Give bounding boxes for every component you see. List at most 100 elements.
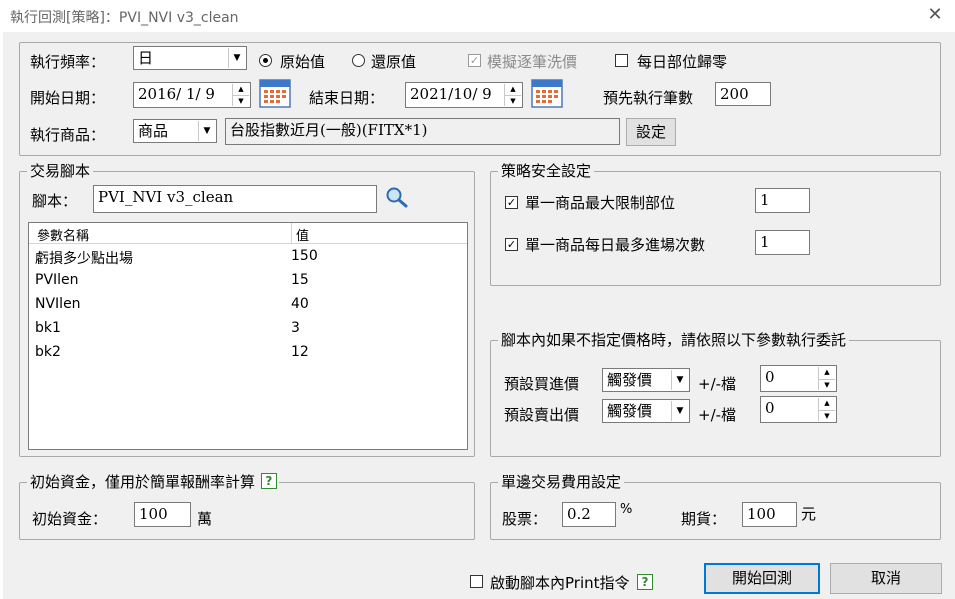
sell-tick-label: +/-檔 bbox=[698, 406, 737, 424]
param-name: bk1 bbox=[35, 320, 61, 336]
max-position-label: 單一商品最大限制部位 bbox=[525, 194, 676, 212]
end-date-spinner[interactable]: ▲ ▼ bbox=[504, 84, 521, 106]
param-value[interactable]: 15 bbox=[291, 272, 309, 288]
max-entries-label: 單一商品每日最多進場次數 bbox=[525, 236, 706, 254]
simulate-tick-checkbox[interactable]: ✓ bbox=[468, 54, 481, 67]
chevron-down-icon: ▼ bbox=[198, 121, 215, 141]
max-position-checkbox[interactable]: ✓ bbox=[505, 196, 518, 209]
param-name: NVIlen bbox=[35, 296, 81, 312]
param-value[interactable]: 40 bbox=[291, 296, 309, 312]
buy-price-value: 觸發價 bbox=[607, 371, 653, 389]
param-table: 參數名稱 值 虧損多少點出場 150 PVIlen 15 NVIlen 40 bk1 3 bk2… bbox=[28, 222, 468, 450]
freq-value: 日 bbox=[138, 49, 154, 67]
futures-fee-label: 期貨： bbox=[681, 510, 727, 528]
prebars-label: 預先執行筆數 bbox=[603, 89, 694, 107]
max-entries-field[interactable]: 1 bbox=[755, 230, 810, 255]
window-title: 執行回測[策略]：PVI_NVI v3_clean bbox=[10, 10, 239, 26]
setup-button[interactable]: 設定 bbox=[626, 118, 676, 146]
buy-price-select[interactable]: 觸發價 ▼ bbox=[602, 368, 690, 392]
fees-group-legend: 單邊交易費用設定 bbox=[498, 471, 625, 492]
capital-unit: 萬 bbox=[197, 510, 213, 528]
prebars-field[interactable]: 200 bbox=[715, 82, 771, 106]
futures-fee-unit: 元 bbox=[801, 505, 817, 523]
default-price-legend: 腳本內如果不指定價格時，請依照以下參數執行委託 bbox=[498, 329, 850, 350]
product-type-select[interactable]: 商品 ▼ bbox=[133, 119, 217, 143]
radio-restored-label: 還原值 bbox=[371, 53, 417, 71]
end-date-field[interactable]: 2021/10/ 9 ▲ ▼ bbox=[405, 82, 523, 108]
sell-price-select[interactable]: 觸發價 ▼ bbox=[602, 399, 690, 423]
product-field[interactable]: 台股指數近月(一般)(FITX*1) bbox=[225, 118, 620, 145]
daily-reset-label: 每日部位歸零 bbox=[637, 53, 728, 71]
capital-field[interactable]: 100 bbox=[134, 502, 191, 527]
sell-tick-spinner[interactable]: ▲ ▼ bbox=[818, 398, 835, 421]
capital-legend-text: 初始資金，僅用於簡單報酬率計算 bbox=[30, 473, 256, 491]
start-date-label: 開始日期： bbox=[30, 89, 106, 107]
param-value[interactable]: 3 bbox=[291, 320, 300, 336]
sell-tick-value: 0 bbox=[765, 399, 775, 417]
param-table-header: 參數名稱 值 bbox=[29, 223, 467, 244]
param-value[interactable]: 12 bbox=[291, 344, 309, 360]
col-param-name[interactable]: 參數名稱 bbox=[37, 225, 89, 244]
param-row[interactable]: PVIlen 15 bbox=[29, 269, 467, 293]
freq-select[interactable]: 日 ▼ bbox=[133, 46, 247, 70]
end-date-label: 結束日期： bbox=[309, 89, 385, 107]
script-field[interactable]: PVI_NVI v3_clean bbox=[93, 185, 377, 213]
chevron-down-icon: ▼ bbox=[228, 48, 245, 68]
param-row[interactable]: NVIlen 40 bbox=[29, 293, 467, 317]
capital-group-legend: 初始資金，僅用於簡單報酬率計算 ? bbox=[27, 471, 279, 492]
col-param-value[interactable]: 值 bbox=[291, 223, 309, 244]
param-row[interactable]: 虧損多少點出場 150 bbox=[29, 245, 467, 269]
max-position-field[interactable]: 1 bbox=[755, 188, 810, 213]
help-icon[interactable]: ? bbox=[260, 473, 277, 489]
radio-restored[interactable] bbox=[352, 54, 365, 67]
spin-down-icon[interactable]: ▼ bbox=[819, 409, 835, 422]
cancel-button[interactable]: 取消 bbox=[830, 563, 942, 594]
buy-tick-value: 0 bbox=[765, 368, 775, 386]
dialog-body: 執行頻率： 日 ▼ 原始值 還原值 ✓ 模擬逐筆洗價 每日部位歸零 開始日期： … bbox=[3, 32, 955, 599]
print-checkbox[interactable] bbox=[470, 575, 483, 588]
buy-price-label: 預設買進價 bbox=[504, 375, 580, 393]
close-icon[interactable]: ✕ bbox=[922, 2, 948, 28]
spin-down-icon[interactable]: ▼ bbox=[233, 95, 249, 106]
spin-down-icon[interactable]: ▼ bbox=[819, 378, 835, 391]
futures-fee-field[interactable]: 100 bbox=[742, 502, 797, 527]
stock-fee-field[interactable]: 0.2 bbox=[562, 502, 616, 527]
spin-up-icon[interactable]: ▲ bbox=[505, 84, 521, 95]
spin-up-icon[interactable]: ▲ bbox=[233, 84, 249, 95]
start-date-field[interactable]: 2016/ 1/ 9 ▲ ▼ bbox=[133, 82, 251, 108]
spin-down-icon[interactable]: ▼ bbox=[505, 95, 521, 106]
product-label: 執行商品： bbox=[30, 126, 106, 144]
end-date-value: 2021/10/ 9 bbox=[410, 85, 492, 103]
start-backtest-button[interactable]: 開始回測 bbox=[704, 563, 820, 594]
simulate-tick-label: 模擬逐筆洗價 bbox=[487, 53, 578, 71]
chevron-down-icon: ▼ bbox=[671, 370, 688, 390]
radio-original-label: 原始值 bbox=[280, 53, 326, 71]
sell-tick-field[interactable]: 0 ▲ ▼ bbox=[760, 396, 837, 423]
buy-tick-label: +/-檔 bbox=[698, 375, 737, 393]
buy-tick-spinner[interactable]: ▲ ▼ bbox=[818, 367, 835, 390]
freq-label: 執行頻率： bbox=[30, 53, 106, 71]
param-name: 虧損多少點出場 bbox=[35, 251, 133, 267]
spin-up-icon[interactable]: ▲ bbox=[819, 367, 835, 379]
chevron-down-icon: ▼ bbox=[671, 401, 688, 421]
help-icon[interactable]: ? bbox=[637, 574, 653, 590]
param-name: PVIlen bbox=[35, 272, 79, 288]
sell-price-label: 預設賣出價 bbox=[504, 406, 580, 424]
print-label: 啟動腳本內Print指令 bbox=[490, 574, 630, 592]
capital-label: 初始資金： bbox=[32, 510, 108, 528]
radio-original[interactable] bbox=[259, 54, 272, 67]
max-entries-checkbox[interactable]: ✓ bbox=[505, 238, 518, 251]
calendar-icon[interactable] bbox=[259, 77, 291, 109]
buy-tick-field[interactable]: 0 ▲ ▼ bbox=[760, 365, 837, 392]
start-date-spinner[interactable]: ▲ ▼ bbox=[232, 84, 249, 106]
param-value[interactable]: 150 bbox=[291, 248, 318, 264]
param-name: bk2 bbox=[35, 344, 61, 360]
param-row[interactable]: bk2 12 bbox=[29, 341, 467, 365]
param-row[interactable]: bk1 3 bbox=[29, 317, 467, 341]
safety-group-legend: 策略安全設定 bbox=[498, 160, 595, 181]
spin-up-icon[interactable]: ▲ bbox=[819, 398, 835, 410]
daily-reset-checkbox[interactable] bbox=[615, 54, 628, 67]
search-icon[interactable] bbox=[385, 186, 409, 208]
script-label: 腳本： bbox=[32, 192, 78, 210]
calendar-icon[interactable] bbox=[531, 77, 563, 109]
